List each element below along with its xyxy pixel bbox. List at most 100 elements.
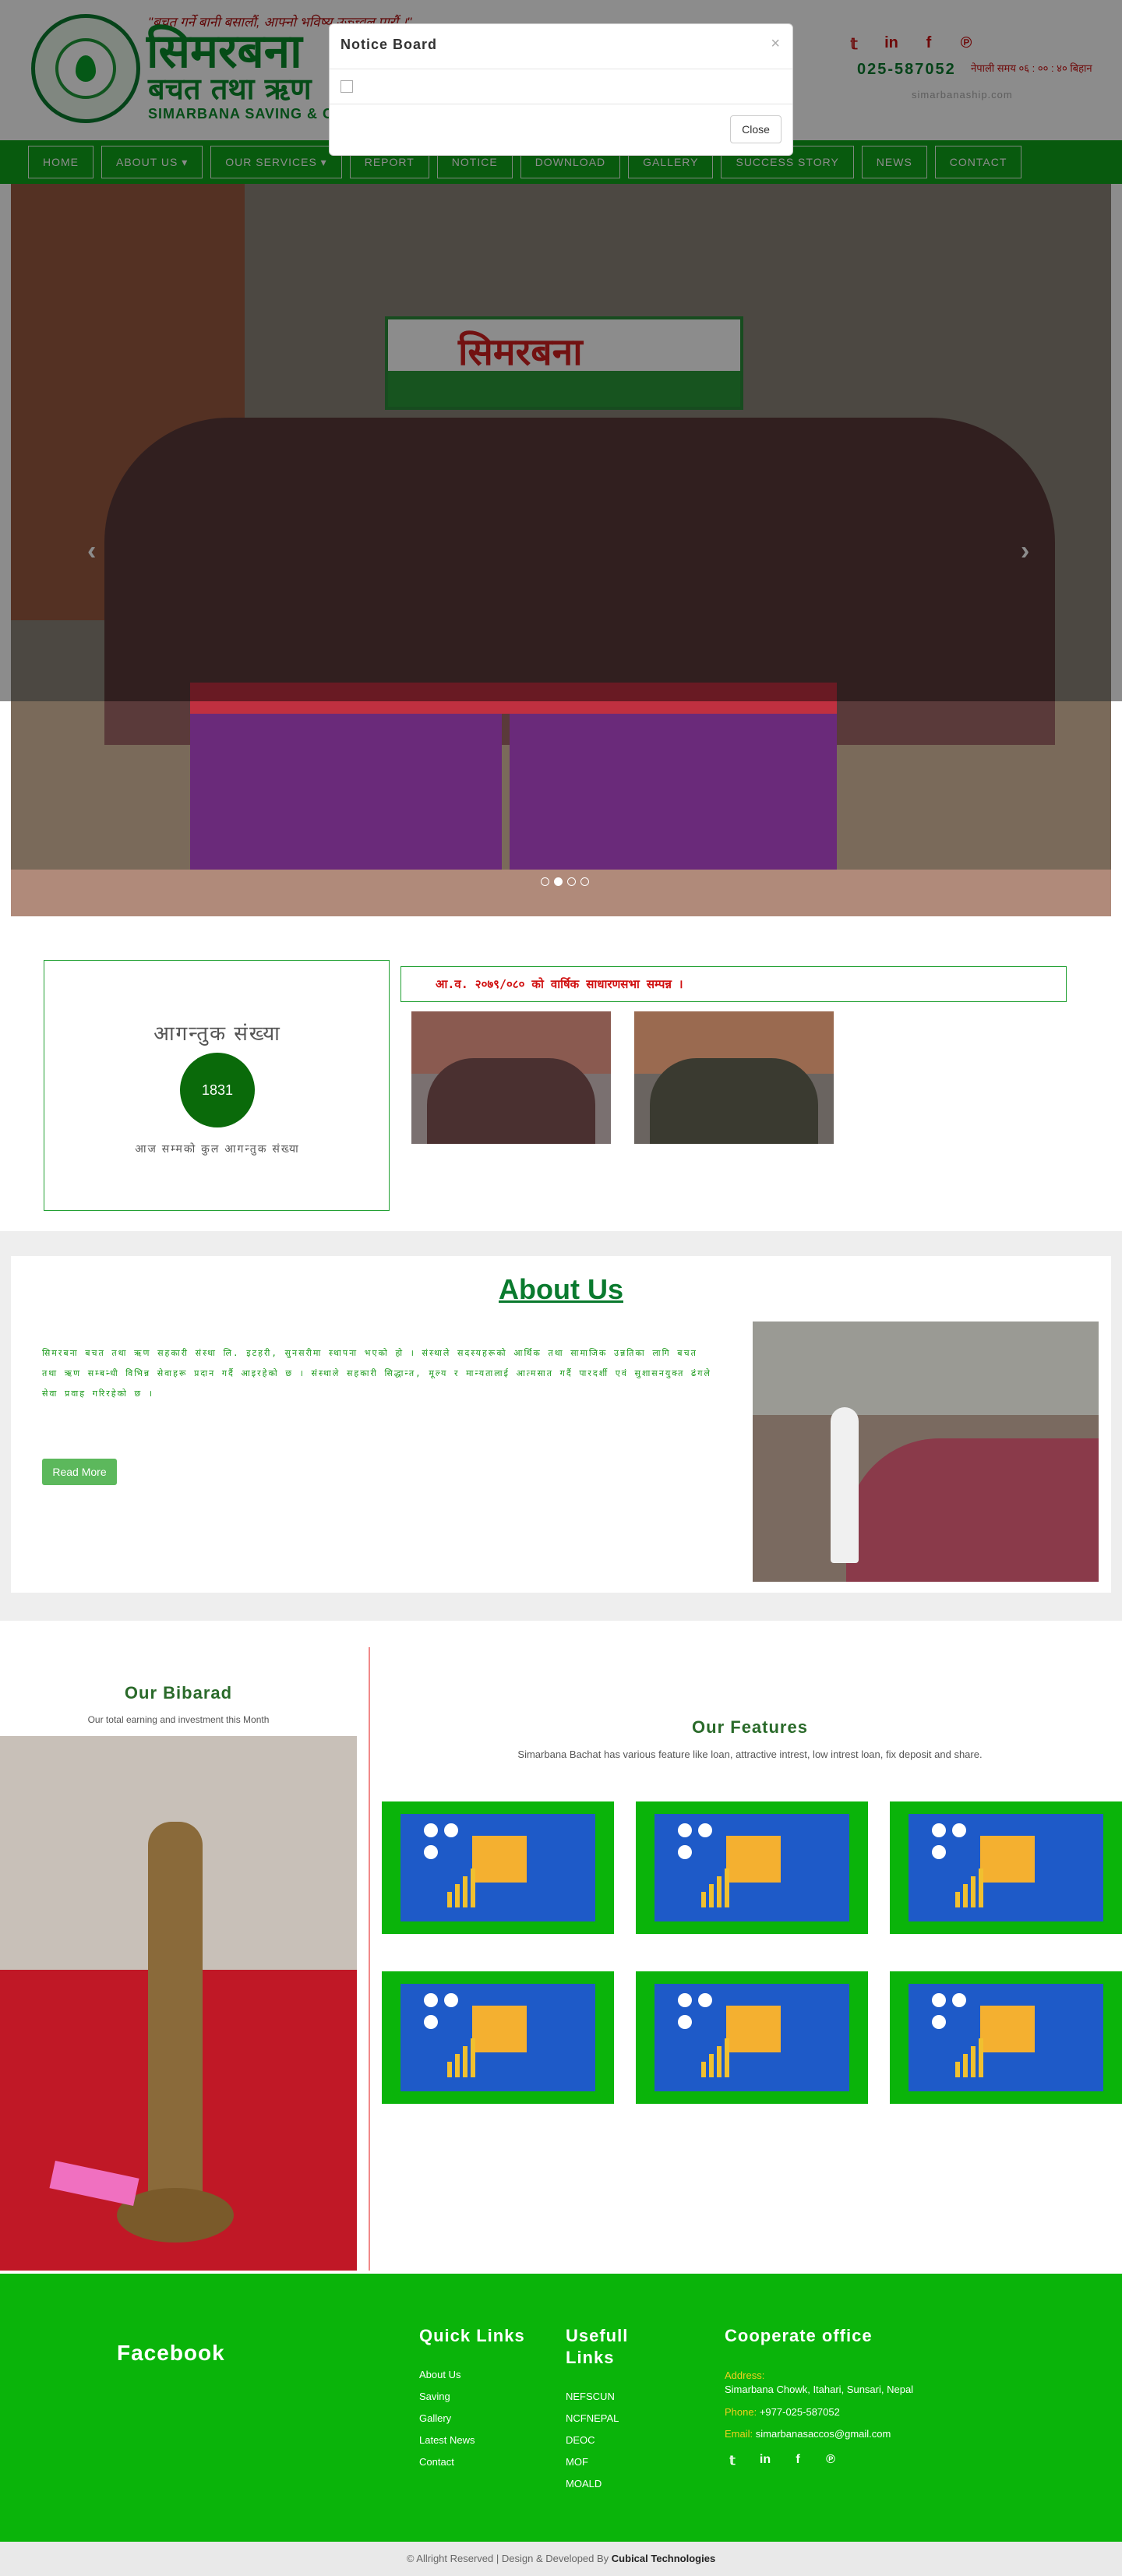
slide-ground	[11, 870, 1111, 916]
footer-email: Email: simarbanasaccos@gmail.com	[725, 2428, 891, 2440]
chart-bar-icon	[701, 1892, 706, 1907]
features-subtitle: Simarbana Bachat has various feature lik…	[517, 1749, 983, 1760]
chart-bar-icon	[463, 2046, 468, 2077]
footer-link-deoc[interactable]: DEOC	[566, 2434, 595, 2446]
footer-link-nefscun[interactable]: NEFSCUN	[566, 2391, 615, 2402]
badge-icon	[932, 1993, 946, 2007]
about-section: About Us सिमरबना बचत तथा ऋण सहकारी संस्थ…	[11, 1256, 1111, 1593]
developer-link[interactable]: Cubical Technologies	[612, 2553, 715, 2564]
badge-icon	[932, 2015, 946, 2029]
chart-bar-icon	[963, 2054, 968, 2077]
feature-card[interactable]	[382, 1971, 614, 2104]
chart-bar-icon	[447, 2062, 452, 2077]
pinterest-icon[interactable]: ℗	[823, 2453, 838, 2468]
chart-bar-icon	[709, 1884, 714, 1907]
badge-icon	[952, 1993, 966, 2007]
feature-illustration	[909, 1814, 1103, 1921]
modal-header: Notice Board ×	[330, 24, 792, 69]
feature-illustration	[909, 1984, 1103, 2091]
feature-illustration	[400, 1984, 595, 2091]
badge-icon	[678, 1823, 692, 1837]
badge-icon	[678, 1845, 692, 1859]
footer-office-title: Cooperate office	[725, 2326, 873, 2345]
footer-link-latest-news[interactable]: Latest News	[419, 2434, 475, 2446]
carousel-dot[interactable]	[567, 877, 576, 886]
feature-card[interactable]	[382, 1801, 614, 1934]
chart-bar-icon	[717, 2046, 722, 2077]
badge-icon	[678, 1993, 692, 2007]
news-thumbnail[interactable]	[634, 1011, 834, 1144]
badge-icon	[678, 2015, 692, 2029]
close-icon[interactable]: ×	[771, 35, 780, 53]
footer-email-label: Email:	[725, 2428, 753, 2440]
footer-phone-label: Phone:	[725, 2406, 757, 2418]
chart-bar-icon	[725, 2038, 729, 2077]
read-more-button[interactable]: Read More	[42, 1459, 117, 1485]
carousel-dot[interactable]	[541, 877, 549, 886]
modal-title: Notice Board	[340, 37, 438, 52]
visitor-count: 1831	[180, 1053, 255, 1127]
footer-link-mof[interactable]: MOF	[566, 2456, 588, 2468]
feature-illustration	[654, 1984, 849, 2091]
badge-icon	[698, 1823, 712, 1837]
twitter-icon[interactable]: 𝕥	[725, 2453, 740, 2468]
photo-speaker	[831, 1407, 859, 1563]
about-text: सिमरबना बचत तथा ऋण सहकारी संस्था लि. इटह…	[42, 1348, 711, 1399]
modal-close-button[interactable]: Close	[730, 115, 782, 143]
badge-icon	[932, 1823, 946, 1837]
photo-crowd	[846, 1438, 1099, 1582]
visitor-counter-box: आगन्तुक संख्या 1831 आज सम्मको कुल आगन्तु…	[44, 960, 390, 1211]
linkedin-icon[interactable]: in	[757, 2453, 773, 2468]
feature-illustration	[654, 1814, 849, 1921]
news-ticker[interactable]: आ.व. २०७९/०८० को वार्षिक साधारणसभा सम्पन…	[400, 966, 1067, 1002]
copyright-text: © Allright Reserved | Design & Developed…	[406, 2553, 609, 2564]
news-thumbnail[interactable]	[411, 1011, 611, 1144]
visitor-subtext: आज सम्मको कुल आगन्तुक संख्या	[135, 1142, 300, 1155]
feature-card[interactable]	[636, 1801, 868, 1934]
slide-table-left	[190, 698, 502, 885]
bibarad-image	[0, 1736, 357, 2271]
badge-icon	[952, 1823, 966, 1837]
image-lamp	[148, 1822, 203, 2227]
carousel-dot[interactable]	[580, 877, 589, 886]
footer-social-links: 𝕥 in f ℗	[725, 2453, 838, 2468]
chart-bar-icon	[471, 2038, 475, 2077]
carousel-indicators	[541, 877, 589, 886]
broken-image-icon	[340, 80, 353, 93]
footer-address-label: Address:	[725, 2370, 765, 2381]
footer-phone-value: +977-025-587052	[759, 2406, 840, 2418]
footer-facebook-title: Facebook	[117, 2341, 225, 2365]
feature-card[interactable]	[890, 1801, 1122, 1934]
footer-link-ncfnepal[interactable]: NCFNEPAL	[566, 2412, 619, 2424]
chart-bar-icon	[447, 1892, 452, 1907]
badge-icon	[444, 1823, 458, 1837]
notice-board-modal: Notice Board × Close	[329, 23, 793, 156]
badge-icon	[444, 1993, 458, 2007]
facebook-icon[interactable]: f	[790, 2453, 806, 2468]
thumb-people	[427, 1058, 595, 1144]
footer-link-contact[interactable]: Contact	[419, 2456, 454, 2468]
carousel-dot-active[interactable]	[554, 877, 563, 886]
chart-bar-icon	[955, 1892, 960, 1907]
footer-link-gallery[interactable]: Gallery	[419, 2412, 451, 2424]
footer-email-value[interactable]: simarbanasaccos@gmail.com	[756, 2428, 891, 2440]
modal-footer: Close	[330, 104, 792, 155]
chart-bar-icon	[979, 2038, 983, 2077]
footer-link-saving[interactable]: Saving	[419, 2391, 450, 2402]
footer-phone: Phone: +977-025-587052	[725, 2406, 840, 2418]
feature-card[interactable]	[636, 1971, 868, 2104]
footer-link-about-us[interactable]: About Us	[419, 2369, 460, 2380]
shop-icon	[472, 2006, 527, 2052]
feature-illustration	[400, 1814, 595, 1921]
footer-link-moald[interactable]: MOALD	[566, 2478, 602, 2490]
bibarad-title: Our Bibarad	[124, 1683, 233, 1703]
about-title: About Us	[499, 1273, 623, 1305]
chart-bar-icon	[709, 2054, 714, 2077]
feature-card[interactable]	[890, 1971, 1122, 2104]
chart-bar-icon	[455, 2054, 460, 2077]
features-title: Our Features	[692, 1717, 808, 1737]
chart-bar-icon	[979, 1868, 983, 1907]
badge-icon	[424, 1823, 438, 1837]
chart-bar-icon	[463, 1876, 468, 1907]
ticker-text[interactable]: आ.व. २०७९/०८० को वार्षिक साधारणसभा सम्पन…	[436, 976, 683, 992]
